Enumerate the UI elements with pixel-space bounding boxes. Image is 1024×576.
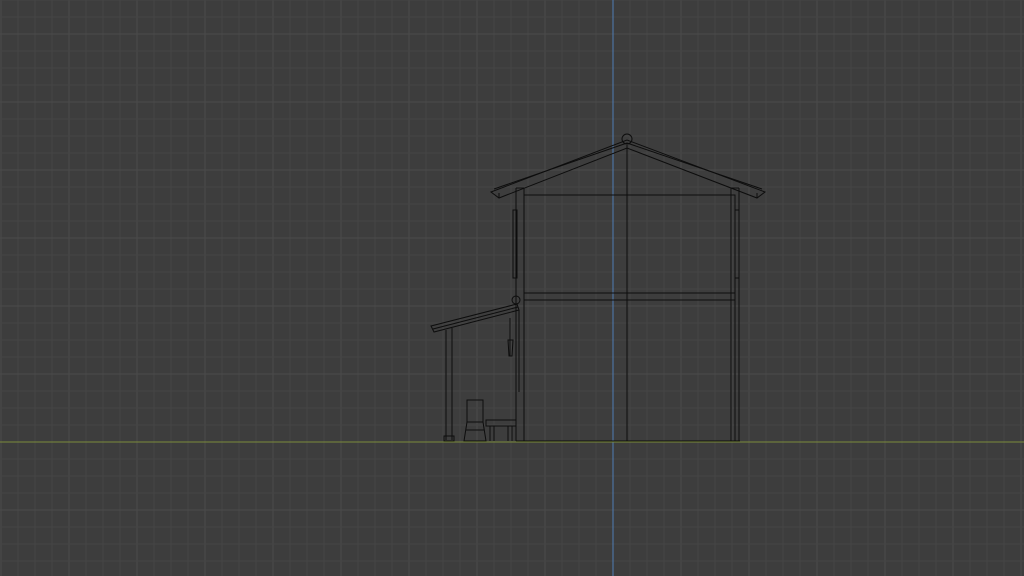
viewport-grid	[0, 0, 1024, 576]
porch-post	[443, 328, 455, 442]
wall-bracket	[507, 310, 520, 392]
porch-roof[interactable]	[430, 295, 521, 333]
viewport-canvas[interactable]	[0, 0, 1024, 576]
gable-roof[interactable]	[489, 139, 767, 199]
3d-viewport[interactable]	[0, 0, 1024, 576]
wall-windows	[512, 209, 740, 279]
chair	[463, 399, 487, 442]
